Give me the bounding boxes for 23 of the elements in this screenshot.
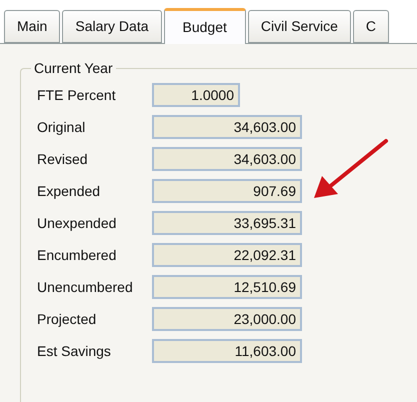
field-label: Original xyxy=(37,118,86,137)
tab[interactable]: Main xyxy=(4,10,60,43)
tab[interactable]: C xyxy=(352,10,390,43)
tab[interactable]: Salary Data xyxy=(62,10,162,43)
value-field[interactable]: 34,603.00 xyxy=(152,115,302,139)
value-field[interactable]: 1.0000 xyxy=(152,83,240,107)
field-label: Revised xyxy=(37,150,89,168)
field-label: Expended xyxy=(37,182,102,201)
value-field[interactable]: 22,092.31 xyxy=(152,243,302,267)
field-label: Unencumbered xyxy=(37,278,134,296)
field-label: FTE Percent xyxy=(37,86,117,104)
value-field[interactable]: 23,000.00 xyxy=(152,307,302,331)
value-field[interactable]: 11,603.00 xyxy=(152,339,302,363)
value-field[interactable]: 34,603.00 xyxy=(152,147,302,171)
tab[interactable]: Budget xyxy=(164,8,246,44)
field-label: Unexpended xyxy=(37,214,118,233)
tab[interactable]: Civil Service xyxy=(248,10,351,43)
field-label: Encumbered xyxy=(37,246,118,264)
value-field[interactable]: 12,510.69 xyxy=(152,275,302,299)
field-label: Projected xyxy=(37,310,98,329)
value-field[interactable]: 33,695.31 xyxy=(152,211,302,235)
value-field[interactable]: 907.69 xyxy=(152,179,302,203)
field-label: Est Savings xyxy=(37,342,112,361)
